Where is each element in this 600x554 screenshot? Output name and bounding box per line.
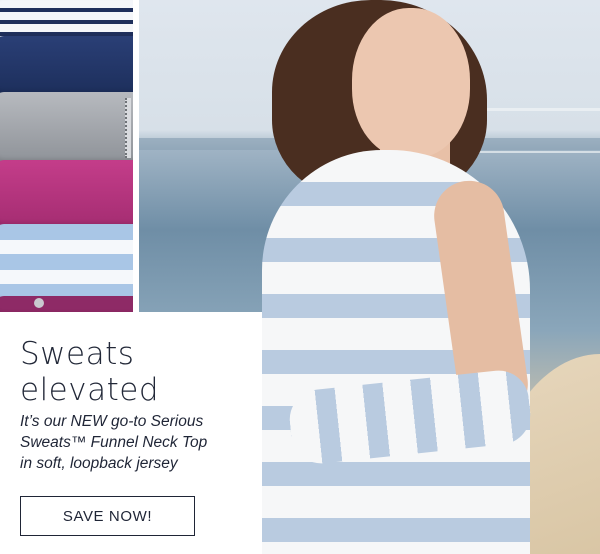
headline-line-2: elevated: [20, 372, 160, 408]
snap-button: [34, 298, 44, 308]
striped-navy-sweatshirt: [0, 0, 133, 40]
subheadline-line-1: It’s our NEW go-to Serious: [20, 413, 204, 430]
save-now-button[interactable]: SAVE NOW!: [20, 496, 195, 536]
zipper: [125, 98, 131, 158]
navy-sweatshirt: [0, 36, 133, 94]
pink-sweatshirt: [0, 160, 133, 226]
subheadline: It’s our NEW go-to Serious Sweats™ Funne…: [20, 411, 256, 474]
model-face: [352, 8, 470, 158]
magenta-sweatshirt: [0, 296, 133, 312]
headline: Sweats elevated: [20, 336, 250, 408]
promo-banner[interactable]: Sweats elevated It’s our NEW go-to Serio…: [0, 0, 600, 554]
subheadline-line-3: in soft, loopback jersey: [20, 455, 178, 472]
headline-line-1: Sweats: [20, 336, 135, 372]
subheadline-line-2: Sweats™ Funnel Neck Top: [20, 434, 208, 451]
blue-striped-sweatshirt: [0, 224, 133, 302]
folded-sweatshirts-image: [0, 0, 133, 312]
promo-text-card: Sweats elevated It’s our NEW go-to Serio…: [0, 312, 262, 554]
grey-zip-sweatshirt: [0, 92, 133, 162]
